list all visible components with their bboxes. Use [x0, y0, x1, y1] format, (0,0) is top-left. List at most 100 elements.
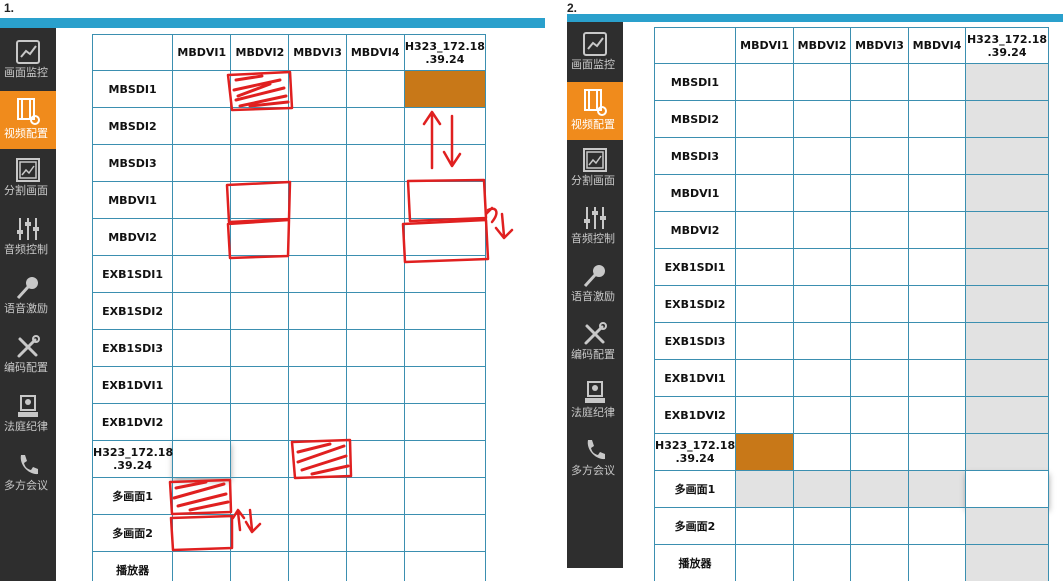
- matrix-cell[interactable]: [230, 218, 290, 256]
- matrix-cell[interactable]: [735, 285, 794, 323]
- matrix-cell[interactable]: [965, 322, 1049, 360]
- matrix-cell[interactable]: [288, 144, 347, 182]
- matrix-cell[interactable]: [908, 174, 966, 212]
- matrix-cell[interactable]: [172, 477, 232, 515]
- matrix-cell[interactable]: [288, 366, 347, 404]
- matrix-cell[interactable]: [735, 174, 794, 212]
- matrix-cell[interactable]: [850, 322, 909, 360]
- matrix-cell[interactable]: [850, 211, 909, 249]
- matrix-cell[interactable]: [288, 329, 347, 367]
- matrix-cell[interactable]: [230, 440, 290, 478]
- matrix-cell[interactable]: [965, 433, 1049, 471]
- matrix-cell[interactable]: [403, 403, 487, 441]
- matrix-cell[interactable]: [230, 181, 290, 219]
- matrix-cell[interactable]: [908, 433, 966, 471]
- matrix-cell[interactable]: [793, 137, 851, 175]
- matrix-cell[interactable]: [172, 403, 232, 441]
- matrix-cell[interactable]: [908, 396, 966, 434]
- matrix-cell[interactable]: [288, 181, 347, 219]
- sidebar-item-monitor-chart[interactable]: 画面监控: [567, 24, 623, 82]
- matrix-cell[interactable]: [403, 292, 487, 330]
- matrix-cell[interactable]: [908, 211, 966, 249]
- matrix-cell[interactable]: [230, 107, 290, 145]
- matrix-cell[interactable]: [288, 292, 347, 330]
- matrix-cell[interactable]: [965, 396, 1049, 434]
- matrix-cell[interactable]: [850, 470, 909, 508]
- matrix-cell[interactable]: [345, 255, 405, 293]
- matrix-cell[interactable]: [230, 514, 290, 552]
- matrix-cell[interactable]: [230, 329, 290, 367]
- matrix-cell[interactable]: [908, 63, 966, 101]
- matrix-cell[interactable]: [965, 174, 1049, 212]
- matrix-cell[interactable]: [908, 544, 966, 581]
- matrix-cell[interactable]: [793, 100, 851, 138]
- matrix-cell[interactable]: [403, 440, 487, 478]
- matrix-cell[interactable]: [793, 248, 851, 286]
- matrix-cell[interactable]: [345, 440, 405, 478]
- matrix-cell[interactable]: [965, 211, 1049, 249]
- matrix-cell[interactable]: [345, 477, 405, 515]
- matrix-cell[interactable]: [288, 255, 347, 293]
- sidebar-item-microphone[interactable]: 语音激励: [0, 268, 56, 326]
- matrix-cell[interactable]: [230, 551, 290, 581]
- matrix-cell[interactable]: [793, 211, 851, 249]
- matrix-cell[interactable]: [908, 100, 966, 138]
- matrix-cell[interactable]: [793, 63, 851, 101]
- matrix-cell[interactable]: [403, 329, 487, 367]
- matrix-cell[interactable]: [230, 403, 290, 441]
- matrix-cell[interactable]: [735, 544, 794, 581]
- matrix-cell[interactable]: [172, 70, 232, 108]
- matrix-cell[interactable]: [908, 137, 966, 175]
- sidebar-item-court[interactable]: 法庭纪律: [567, 372, 623, 430]
- sidebar-item-phone[interactable]: 多方会议: [567, 430, 623, 488]
- matrix-cell[interactable]: [850, 433, 909, 471]
- matrix-cell[interactable]: [965, 359, 1049, 397]
- matrix-cell[interactable]: [850, 285, 909, 323]
- matrix-cell[interactable]: [735, 100, 794, 138]
- matrix-cell[interactable]: [403, 144, 487, 182]
- matrix-cell[interactable]: [965, 248, 1049, 286]
- matrix-cell[interactable]: [230, 70, 290, 108]
- sidebar-item-tools[interactable]: 编码配置: [0, 327, 56, 385]
- sidebar-item-monitor-chart[interactable]: 画面监控: [0, 32, 56, 90]
- matrix-cell[interactable]: [288, 551, 347, 581]
- matrix-cell[interactable]: [965, 63, 1049, 101]
- matrix-cell[interactable]: [965, 544, 1049, 581]
- matrix-cell[interactable]: [850, 63, 909, 101]
- matrix-cell[interactable]: [965, 470, 1049, 508]
- matrix-cell[interactable]: [288, 70, 347, 108]
- matrix-cell[interactable]: [908, 470, 966, 508]
- matrix-cell[interactable]: [403, 181, 487, 219]
- matrix-cell[interactable]: [735, 322, 794, 360]
- matrix-cell[interactable]: [965, 507, 1049, 545]
- matrix-cell[interactable]: [965, 100, 1049, 138]
- sidebar-item-split-screen[interactable]: 分割画面: [567, 140, 623, 198]
- matrix-cell[interactable]: [403, 70, 487, 108]
- matrix-cell[interactable]: [793, 396, 851, 434]
- matrix-cell[interactable]: [345, 403, 405, 441]
- matrix-cell[interactable]: [850, 137, 909, 175]
- matrix-cell[interactable]: [850, 174, 909, 212]
- matrix-cell[interactable]: [288, 107, 347, 145]
- matrix-cell[interactable]: [403, 551, 487, 581]
- matrix-cell[interactable]: [850, 507, 909, 545]
- matrix-cell[interactable]: [230, 366, 290, 404]
- matrix-cell[interactable]: [735, 470, 794, 508]
- matrix-cell[interactable]: [172, 514, 232, 552]
- matrix-cell[interactable]: [403, 255, 487, 293]
- matrix-cell[interactable]: [793, 359, 851, 397]
- matrix-cell[interactable]: [403, 514, 487, 552]
- matrix-cell[interactable]: [735, 137, 794, 175]
- matrix-cell[interactable]: [793, 433, 851, 471]
- sidebar-item-phone[interactable]: 多方会议: [0, 445, 56, 503]
- matrix-cell[interactable]: [403, 366, 487, 404]
- matrix-cell[interactable]: [288, 514, 347, 552]
- matrix-cell[interactable]: [345, 70, 405, 108]
- matrix-cell[interactable]: [230, 144, 290, 182]
- matrix-cell[interactable]: [345, 144, 405, 182]
- matrix-cell[interactable]: [230, 477, 290, 515]
- matrix-cell[interactable]: [403, 107, 487, 145]
- matrix-cell[interactable]: [793, 285, 851, 323]
- matrix-cell[interactable]: [793, 544, 851, 581]
- matrix-cell[interactable]: [850, 396, 909, 434]
